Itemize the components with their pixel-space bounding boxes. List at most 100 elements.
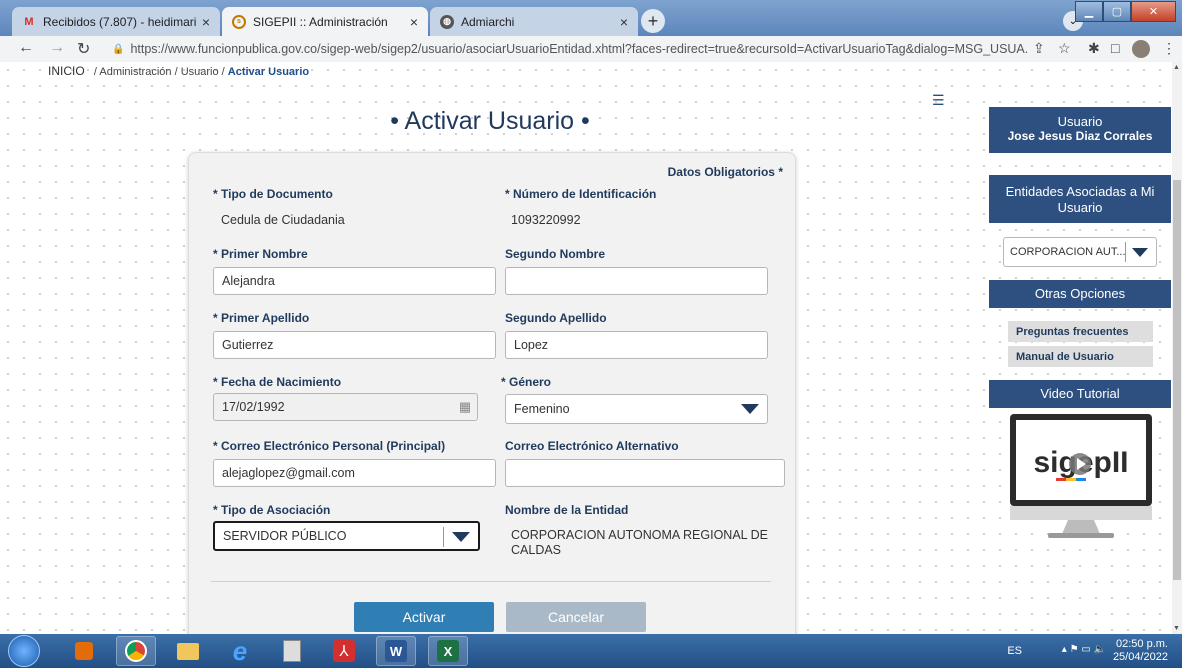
tipo-asociacion-value: SERVIDOR PÚBLICO bbox=[223, 529, 347, 543]
segundo-nombre-label: Segundo Nombre bbox=[505, 247, 606, 261]
tab-title: Admiarchi bbox=[461, 14, 515, 29]
sigep-icon: s bbox=[232, 14, 246, 29]
explorer-taskbar-icon[interactable] bbox=[168, 636, 208, 666]
tab-admiarchi[interactable]: ◍ Admiarchi × bbox=[430, 7, 638, 36]
entidad-select[interactable]: CORPORACION AUT... bbox=[1003, 237, 1157, 267]
tipo-asociacion-label: * Tipo de Asociación bbox=[213, 503, 331, 517]
correo-alt-input[interactable] bbox=[505, 459, 785, 487]
profile-avatar[interactable] bbox=[1132, 40, 1150, 58]
cancelar-button[interactable]: Cancelar bbox=[506, 602, 646, 632]
chevron-down-icon bbox=[452, 532, 470, 542]
tipo-asociacion-select[interactable]: SERVIDOR PÚBLICO bbox=[213, 521, 480, 551]
tab-gmail[interactable]: M Recibidos (7.807) - heidimarias@ × bbox=[12, 7, 220, 36]
page-scrollbar[interactable]: ▲ ▼ bbox=[1172, 62, 1182, 634]
close-icon[interactable]: × bbox=[202, 14, 210, 30]
calendar-icon[interactable]: ▦ bbox=[455, 396, 475, 418]
breadcrumb-usuario[interactable]: Usuario bbox=[181, 66, 219, 78]
page-content: INICIO / Administración / Usuario / Acti… bbox=[0, 62, 1172, 634]
scroll-down-icon[interactable]: ▼ bbox=[1173, 625, 1180, 632]
forward-icon[interactable]: → bbox=[49, 39, 65, 57]
breadcrumb-sep: / bbox=[221, 66, 225, 78]
new-tab-button[interactable]: + bbox=[641, 9, 665, 33]
tab-sigep[interactable]: s SIGEPII :: Administración × bbox=[222, 7, 428, 36]
close-window-button[interactable]: ✕ bbox=[1131, 1, 1176, 22]
url-field[interactable]: 🔒 https://www.funcionpublica.gov.co/sige… bbox=[112, 40, 1027, 58]
correo-alt-label: Correo Electrónico Alternativo bbox=[505, 439, 679, 453]
entidades-heading: Entidades Asociadas a Mi Usuario bbox=[989, 175, 1171, 223]
breadcrumb-current: Activar Usuario bbox=[227, 66, 310, 78]
sidepanel-icon[interactable]: □ bbox=[1111, 40, 1119, 56]
preguntas-frecuentes-link[interactable]: Preguntas frecuentes bbox=[1008, 321, 1153, 342]
genero-select[interactable]: Femenino bbox=[505, 394, 768, 424]
select-separator bbox=[1125, 242, 1126, 262]
breadcrumb-home[interactable]: INICIO bbox=[48, 64, 85, 78]
ie-taskbar-icon[interactable]: e bbox=[220, 636, 260, 666]
page-title: • Activar Usuario • bbox=[390, 107, 590, 135]
activar-button[interactable]: Activar bbox=[354, 602, 494, 632]
tipo-documento-value: Cedula de Ciudadania bbox=[221, 213, 345, 227]
entidad-selected: CORPORACION AUT... bbox=[1010, 246, 1126, 258]
reload-icon[interactable]: ↻ bbox=[77, 39, 90, 59]
clock[interactable]: 02:50 p.m. 25/04/2022 bbox=[1113, 638, 1168, 664]
usuario-box: Usuario Jose Jesus Diaz Corrales bbox=[989, 107, 1171, 153]
extensions-icon[interactable]: ✱ bbox=[1088, 40, 1100, 57]
scrollbar-thumb[interactable] bbox=[1173, 180, 1181, 580]
breadcrumb-sep: / bbox=[174, 66, 178, 78]
breadcrumb-admin[interactable]: Administración bbox=[99, 66, 171, 78]
chrome-taskbar-icon[interactable] bbox=[116, 636, 156, 666]
fecha-nacimiento-input[interactable]: 17/02/1992 ▦ bbox=[213, 393, 478, 421]
word-taskbar-icon[interactable]: W bbox=[376, 636, 416, 666]
menu-dots-icon[interactable]: ⋮ bbox=[1162, 40, 1176, 57]
video-tutorial-heading: Video Tutorial bbox=[989, 380, 1171, 408]
windows-taskbar: e ⅄ W X ES ▴ ⚑ ▭ 🔈 02:50 p.m. 25/04/2022 bbox=[0, 634, 1182, 668]
breadcrumb-sep: / bbox=[93, 66, 97, 78]
minimize-button[interactable]: ▁ bbox=[1075, 1, 1103, 22]
acrobat-taskbar-icon[interactable]: ⅄ bbox=[324, 636, 364, 666]
segundo-apellido-input[interactable]: Lopez bbox=[505, 331, 768, 359]
excel-taskbar-icon[interactable]: X bbox=[428, 636, 468, 666]
fecha-nacimiento-label: * Fecha de Nacimiento bbox=[213, 375, 342, 389]
form-divider bbox=[211, 581, 771, 582]
chevron-down-icon bbox=[1132, 248, 1148, 257]
primer-apellido-input[interactable]: Gutierrez bbox=[213, 331, 496, 359]
start-button[interactable] bbox=[8, 635, 40, 667]
entidad-label: Nombre de la Entidad bbox=[505, 503, 629, 517]
share-icon[interactable]: ⇪ bbox=[1033, 40, 1045, 57]
fecha-nacimiento-value: 17/02/1992 bbox=[222, 400, 285, 414]
globe-icon: ◍ bbox=[440, 14, 454, 29]
back-icon[interactable]: ← bbox=[18, 39, 34, 57]
url-text: https://www.funcionpublica.gov.co/sigep-… bbox=[130, 42, 1027, 56]
lock-icon: 🔒 bbox=[112, 43, 125, 55]
bookmark-star-icon[interactable]: ☆ bbox=[1058, 40, 1071, 57]
outlook-taskbar-icon[interactable] bbox=[64, 636, 104, 666]
close-icon[interactable]: × bbox=[410, 14, 418, 30]
gmail-icon: M bbox=[24, 15, 34, 28]
chevron-down-icon bbox=[741, 404, 759, 414]
calculator-taskbar-icon[interactable] bbox=[272, 636, 312, 666]
otras-opciones-heading: Otras Opciones bbox=[989, 280, 1171, 308]
clock-date: 25/04/2022 bbox=[1112, 651, 1168, 663]
scroll-up-icon[interactable]: ▲ bbox=[1173, 64, 1180, 71]
numero-id-value: 1093220992 bbox=[511, 213, 581, 227]
primer-nombre-input[interactable]: Alejandra bbox=[213, 267, 496, 295]
segundo-apellido-label: Segundo Apellido bbox=[505, 311, 607, 325]
system-tray: ES ▴ ⚑ ▭ 🔈 02:50 p.m. 25/04/2022 bbox=[1007, 638, 1168, 664]
maximize-button[interactable]: ▢ bbox=[1103, 1, 1131, 22]
primer-nombre-label: * Primer Nombre bbox=[213, 247, 308, 261]
language-indicator[interactable]: ES bbox=[1007, 645, 1022, 657]
required-note: Datos Obligatorios * bbox=[667, 165, 783, 179]
segundo-nombre-input[interactable] bbox=[505, 267, 768, 295]
correo-input[interactable]: alejaglopez@gmail.com bbox=[213, 459, 496, 487]
genero-value: Femenino bbox=[514, 402, 570, 416]
tab-title: SIGEPII :: Administración bbox=[253, 14, 388, 29]
entidad-value: CORPORACION AUTONOMA REGIONAL DE CALDAS bbox=[511, 528, 768, 557]
tray-icons[interactable]: ▴ ⚑ ▭ 🔈 bbox=[1062, 644, 1106, 655]
close-icon[interactable]: × bbox=[620, 14, 628, 30]
correo-label: * Correo Electrónico Personal (Principal… bbox=[213, 439, 446, 453]
select-separator bbox=[443, 527, 444, 547]
primer-apellido-label: * Primer Apellido bbox=[213, 311, 310, 325]
video-tutorial-thumbnail[interactable]: sigepII bbox=[1008, 412, 1154, 542]
address-bar-row: ← → ↻ 🔒 https://www.funcionpublica.gov.c… bbox=[0, 36, 1182, 63]
breadcrumb: INICIO / Administración / Usuario / Acti… bbox=[48, 64, 309, 78]
manual-usuario-link[interactable]: Manual de Usuario bbox=[1008, 346, 1153, 367]
